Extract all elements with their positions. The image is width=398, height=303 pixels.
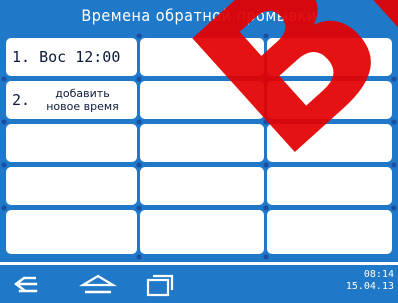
empty-slot[interactable] <box>140 124 264 162</box>
back-icon <box>14 276 38 293</box>
grid-node <box>391 205 397 210</box>
grid-node <box>136 76 141 81</box>
grid-node <box>1 76 7 81</box>
empty-slot[interactable] <box>140 81 264 119</box>
empty-slot[interactable] <box>140 210 264 254</box>
grid-node <box>391 76 397 81</box>
grid-node <box>263 205 268 210</box>
empty-slot[interactable] <box>267 81 392 119</box>
empty-slot[interactable] <box>267 210 392 254</box>
back-button[interactable] <box>6 269 50 299</box>
grid-node <box>136 162 141 167</box>
empty-slot[interactable] <box>267 38 392 76</box>
status-clock: 08:14 15.04.13 <box>334 269 394 293</box>
system-nav-bar: 08:14 15.04.13 <box>0 265 398 303</box>
schedule-grid: 1. Вос 12:00 2. добавить новое время <box>0 32 398 262</box>
empty-slot[interactable] <box>6 210 137 254</box>
recent-apps-button[interactable] <box>138 269 182 299</box>
grid-node <box>136 205 141 210</box>
grid-node <box>136 119 141 124</box>
add-time-button[interactable]: 2. добавить новое время <box>6 81 137 119</box>
schedule-slot-1-label: 1. Вос 12:00 <box>12 48 121 66</box>
schedule-slot-1[interactable]: 1. Вос 12:00 <box>6 38 137 76</box>
grid-node <box>263 254 268 260</box>
grid-node <box>263 119 268 124</box>
home-icon <box>79 274 117 294</box>
grid-node <box>1 205 7 210</box>
empty-slot[interactable] <box>6 124 137 162</box>
clock-time: 08:14 <box>363 269 394 280</box>
add-time-number: 2. <box>12 91 31 109</box>
grid-node <box>263 76 268 81</box>
grid-node <box>1 119 7 124</box>
grid-node <box>263 33 268 39</box>
grid-node <box>136 254 141 260</box>
grid-node <box>1 162 7 167</box>
grid-node <box>136 33 141 39</box>
title-text: Времена обратной промывки <box>81 5 317 25</box>
empty-slot[interactable] <box>267 124 392 162</box>
empty-slot[interactable] <box>140 38 264 76</box>
grid-node <box>391 162 397 167</box>
empty-slot[interactable] <box>267 167 392 205</box>
empty-slot[interactable] <box>140 167 264 205</box>
recent-apps-icon <box>146 274 174 297</box>
clock-date: 15.04.13 <box>345 281 394 292</box>
add-time-label: добавить новое время <box>46 87 119 113</box>
home-button[interactable] <box>76 269 120 299</box>
page-title: Времена обратной промывки <box>0 0 398 32</box>
empty-slot[interactable] <box>6 167 137 205</box>
grid-node <box>391 119 397 124</box>
grid-node <box>263 162 268 167</box>
